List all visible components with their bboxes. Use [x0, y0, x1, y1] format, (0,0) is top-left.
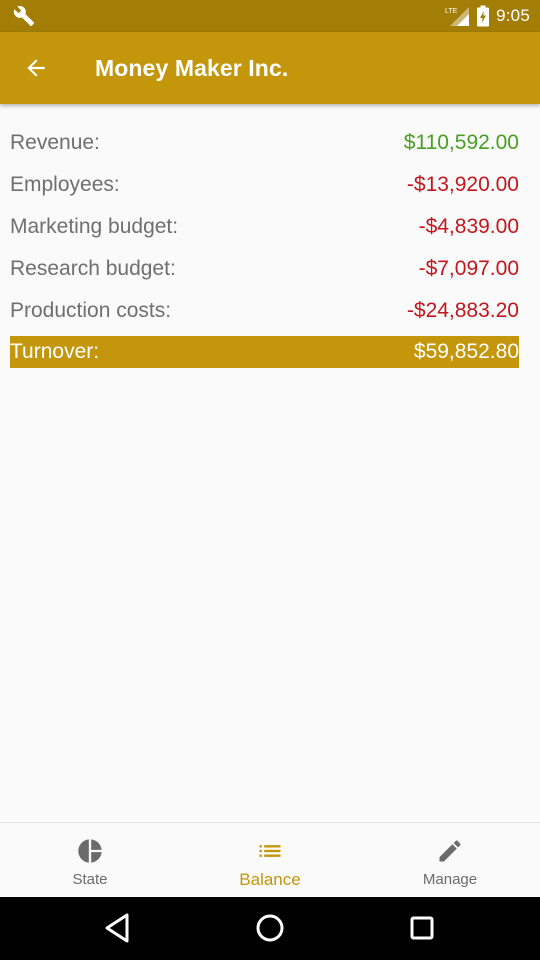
row-label: Research budget: [10, 257, 176, 280]
nav-item-balance[interactable]: Balance [180, 823, 360, 897]
list-icon [259, 845, 281, 857]
nav-label-state: State [72, 871, 108, 888]
recents-square-icon[interactable] [405, 911, 439, 945]
balance-row-marketing: Marketing budget: -$4,839.00 [10, 206, 519, 248]
balance-row-employees: Employees: -$13,920.00 [10, 164, 519, 206]
balance-row-turnover: Turnover: $59,852.80 [10, 336, 519, 368]
home-circle-icon[interactable] [253, 911, 287, 945]
app-bar: Money Maker Inc. [0, 32, 540, 104]
pencil-icon [439, 840, 461, 862]
row-label: Revenue: [10, 131, 100, 154]
system-navigation-bar [0, 897, 540, 960]
total-label: Turnover: [10, 340, 100, 363]
network-label: LTE [445, 8, 458, 15]
back-button[interactable] [20, 52, 52, 84]
row-label: Marketing budget: [10, 215, 179, 238]
row-value: $110,592.00 [403, 131, 519, 154]
row-value: -$7,097.00 [418, 257, 519, 280]
status-bar: LTE 9:05 [0, 0, 540, 32]
status-time: 9:05 [496, 6, 530, 25]
nav-item-manage[interactable]: Manage [360, 823, 540, 897]
wrench-icon [13, 6, 35, 27]
row-label: Employees: [10, 173, 120, 196]
row-value: -$24,883.20 [406, 299, 519, 322]
row-value: -$13,920.00 [406, 173, 519, 196]
lte-signal-icon: LTE [445, 7, 470, 26]
nav-label-manage: Manage [422, 871, 478, 888]
balance-row-revenue: Revenue: $110,592.00 [10, 122, 519, 164]
arrow-back-icon [27, 59, 45, 77]
page-title: Money Maker Inc. [95, 55, 289, 81]
pie-chart-icon [78, 839, 102, 863]
balance-row-production: Production costs: -$24,883.20 [10, 290, 519, 332]
balance-row-research: Research budget: -$7,097.00 [10, 248, 519, 290]
row-value: -$4,839.00 [418, 215, 519, 238]
total-value: $59,852.80 [413, 340, 519, 363]
row-label: Production costs: [10, 299, 172, 322]
battery-icon [477, 5, 490, 27]
nav-item-state[interactable]: State [0, 823, 180, 897]
balance-list: Revenue: $110,592.00 Employees: -$13,920… [10, 122, 519, 368]
nav-label-balance: Balance [239, 870, 301, 889]
bottom-navigation: State Balance Manage [0, 822, 540, 897]
back-triangle-icon[interactable] [101, 911, 135, 945]
